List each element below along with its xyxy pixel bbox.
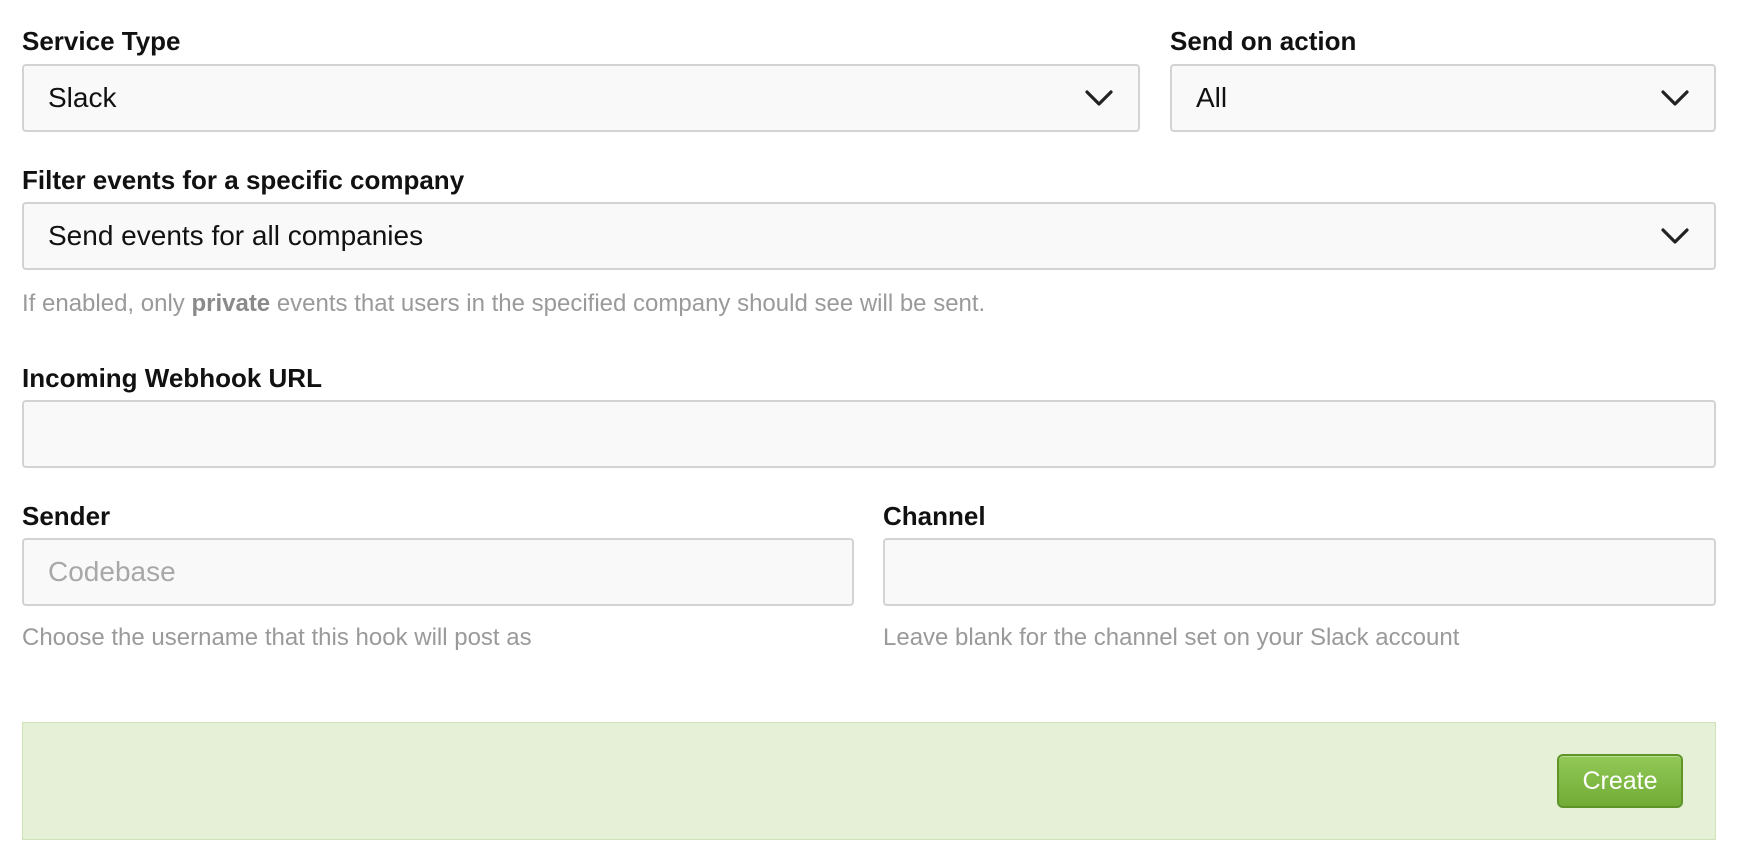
company-filter-label: Filter events for a specific company [22, 165, 465, 195]
company-filter-help: If enabled, only private events that use… [22, 289, 985, 319]
send-on-action-label: Send on action [1170, 26, 1357, 56]
company-filter-help-prefix: If enabled, only [22, 290, 192, 317]
company-filter-help-emphasis: private [191, 290, 271, 317]
company-filter-select[interactable]: Send events for all companies [22, 202, 1716, 270]
sender-placeholder: Codebase [48, 556, 176, 587]
channel-input[interactable] [883, 538, 1716, 606]
webhook-url-label: Incoming Webhook URL [22, 363, 322, 393]
service-type-label: Service Type [22, 26, 181, 56]
service-type-selected-value: Slack [48, 82, 117, 113]
channel-label: Channel [883, 501, 986, 531]
channel-help: Leave blank for the channel set on your … [883, 624, 1460, 651]
sender-input[interactable]: Codebase [22, 538, 854, 606]
service-type-select[interactable]: Slack [22, 64, 1140, 132]
new-hook-form: Service Type Slack Send on action All Fi… [0, 0, 1738, 862]
company-filter-help-suffix: events that users in the specified compa… [270, 290, 986, 317]
sender-label: Sender [22, 501, 111, 531]
send-on-action-select[interactable]: All [1170, 64, 1716, 132]
form-actions-bar: Create [22, 722, 1716, 840]
chevron-down-icon [1085, 90, 1113, 106]
webhook-url-input[interactable] [22, 400, 1716, 468]
send-on-action-selected-value: All [1196, 82, 1228, 113]
create-button[interactable]: Create [1557, 754, 1683, 808]
company-filter-selected-value: Send events for all companies [48, 220, 424, 251]
chevron-down-icon [1661, 228, 1689, 244]
sender-help: Choose the username that this hook will … [22, 624, 532, 651]
chevron-down-icon [1661, 90, 1689, 106]
